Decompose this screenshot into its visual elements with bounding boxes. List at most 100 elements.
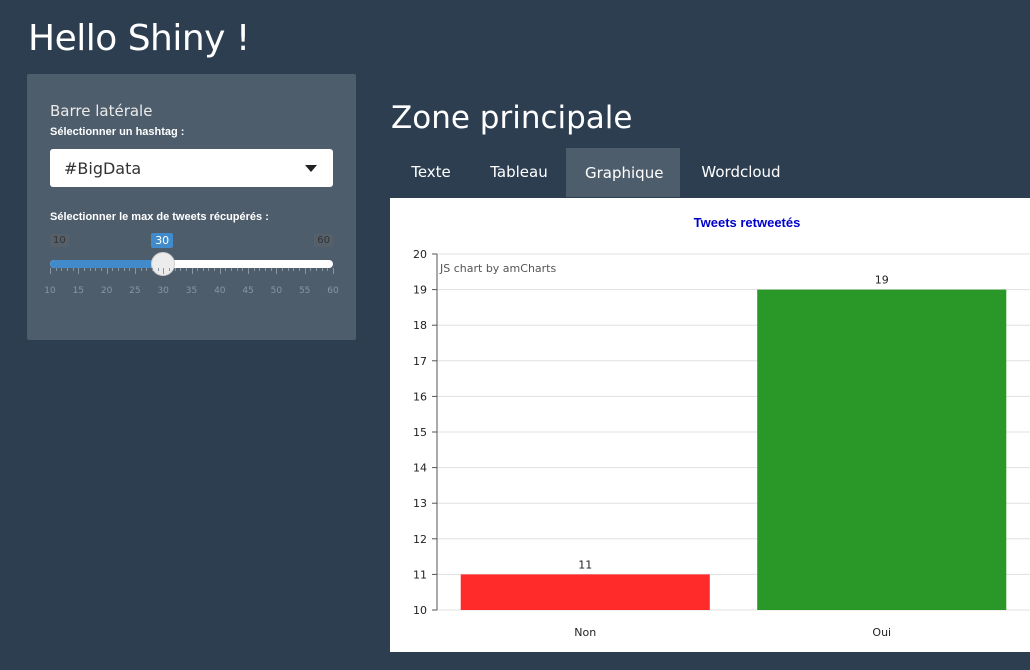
slider-minor-tick	[321, 268, 323, 271]
slider-minor-tick	[61, 268, 63, 271]
slider-minor-tick	[242, 268, 244, 271]
slider-minor-tick	[270, 268, 272, 271]
slider-minor-tick	[208, 268, 210, 271]
y-tick-label: 15	[413, 426, 427, 439]
slider-minor-tick	[83, 268, 85, 271]
app-title: Hello Shiny !	[28, 18, 250, 59]
slider-tick	[191, 268, 193, 274]
slider-minor-tick	[151, 268, 153, 271]
slider-minor-tick	[197, 268, 199, 271]
y-tick-label: 16	[413, 390, 427, 403]
slider-minor-tick	[157, 268, 159, 271]
y-tick-label: 18	[413, 319, 427, 332]
slider-tick-label: 40	[214, 286, 226, 296]
bar-value-label: 11	[578, 558, 592, 571]
slider-minor-tick	[310, 268, 312, 271]
slider-tick	[333, 268, 334, 274]
max-tweets-slider[interactable]: 10 60 30 10 15 20 25 30 35 40 45 50 55 60	[44, 232, 339, 302]
slider-tick	[304, 268, 306, 274]
slider-tick-label: 45	[242, 286, 254, 296]
slider-minor-tick	[95, 268, 97, 271]
slider-tick-label: 20	[100, 286, 113, 296]
slider-minor-tick	[327, 268, 329, 271]
slider-max-label: 60	[314, 234, 333, 247]
slider-tick	[134, 268, 136, 274]
slider-min-label: 10	[50, 234, 69, 247]
app-window: Hello Shiny ! Barre latérale Sélectionne…	[0, 0, 1030, 670]
slider-minor-tick	[112, 268, 114, 271]
chart-panel: Tweets retweetés JS chart by amCharts 10…	[390, 198, 1030, 652]
y-tick-label: 14	[413, 462, 427, 475]
slider-tick	[106, 268, 108, 274]
slider-tick-label: 50	[270, 286, 283, 296]
hashtag-select[interactable]: #BigData	[50, 149, 333, 187]
slider-grid: 10 15 20 25 30 35 40 45 50 55 60	[44, 268, 339, 298]
slider-minor-tick	[282, 268, 284, 271]
slider-minor-tick	[225, 268, 227, 271]
slider-tick	[248, 268, 250, 274]
tab-tableau[interactable]: Tableau	[471, 148, 567, 197]
slider-minor-tick	[316, 268, 318, 271]
slider-tick-label: 55	[298, 286, 311, 296]
slider-tick-label: 25	[129, 286, 141, 296]
slider-tick-label: 10	[44, 286, 56, 296]
tab-graphique[interactable]: Graphique	[566, 148, 680, 197]
slider-minor-tick	[293, 268, 295, 271]
slider-minor-tick	[123, 268, 125, 271]
slider-tick	[78, 268, 80, 274]
slider-minor-tick	[185, 268, 187, 271]
y-tick-label: 11	[413, 568, 427, 581]
slider-minor-tick	[259, 268, 261, 271]
slider-tick-label: 15	[72, 286, 85, 296]
tab-texte[interactable]: Texte	[391, 148, 471, 197]
slider-minor-tick	[202, 268, 204, 271]
slider-minor-tick	[214, 268, 216, 271]
x-tick-label: Non	[574, 626, 596, 639]
main-title: Zone principale	[391, 100, 633, 136]
slider-minor-tick	[129, 268, 131, 271]
y-tick-label: 20	[413, 248, 427, 261]
slider-minor-tick	[66, 268, 68, 271]
chevron-down-icon	[305, 165, 317, 172]
slider-fill	[50, 260, 164, 268]
sidebar-panel: Barre latérale Sélectionner un hashtag :…	[27, 74, 356, 340]
slider-minor-tick	[299, 268, 301, 271]
y-tick-label: 13	[413, 497, 427, 510]
slider-minor-tick	[231, 268, 233, 271]
chart-credit[interactable]: JS chart by amCharts	[439, 262, 556, 275]
slider-minor-tick	[253, 268, 255, 271]
chart-title: Tweets retweetés	[694, 215, 801, 230]
y-tick-label: 19	[413, 284, 427, 297]
bar-value-label: 19	[875, 274, 889, 287]
y-tick-label: 17	[413, 355, 427, 368]
slider-minor-tick	[89, 268, 91, 271]
tab-wordcloud[interactable]: Wordcloud	[680, 148, 802, 197]
y-tick-label: 12	[413, 533, 427, 546]
slider-value-label: 30	[151, 233, 174, 248]
slider-tick	[50, 268, 51, 274]
slider-minor-tick	[265, 268, 267, 271]
x-tick-label: Oui	[872, 626, 891, 639]
slider-tick-label: 30	[157, 286, 169, 296]
slider-minor-tick	[117, 268, 119, 271]
sidebar-title: Barre latérale	[50, 102, 153, 120]
hashtag-label: Sélectionner un hashtag :	[50, 126, 185, 138]
bar-non	[460, 574, 710, 610]
slider-label: Sélectionner le max de tweets récupérés …	[50, 211, 269, 223]
slider-minor-tick	[287, 268, 289, 271]
slider-tick	[163, 268, 165, 274]
slider-minor-tick	[140, 268, 142, 271]
bar-chart: Tweets retweetés JS chart by amCharts 10…	[413, 215, 1030, 639]
slider-minor-tick	[55, 268, 57, 271]
slider-tick-label: 35	[185, 286, 198, 296]
bar-oui	[757, 289, 1007, 610]
slider-tick	[276, 268, 278, 274]
slider-minor-tick	[72, 268, 74, 271]
slider-minor-tick	[174, 268, 176, 271]
y-tick-label: 10	[413, 604, 427, 617]
slider-minor-tick	[146, 268, 148, 271]
slider-minor-tick	[180, 268, 182, 271]
slider-minor-tick	[100, 268, 102, 271]
slider-minor-tick	[168, 268, 170, 271]
hashtag-select-value: #BigData	[64, 159, 142, 178]
